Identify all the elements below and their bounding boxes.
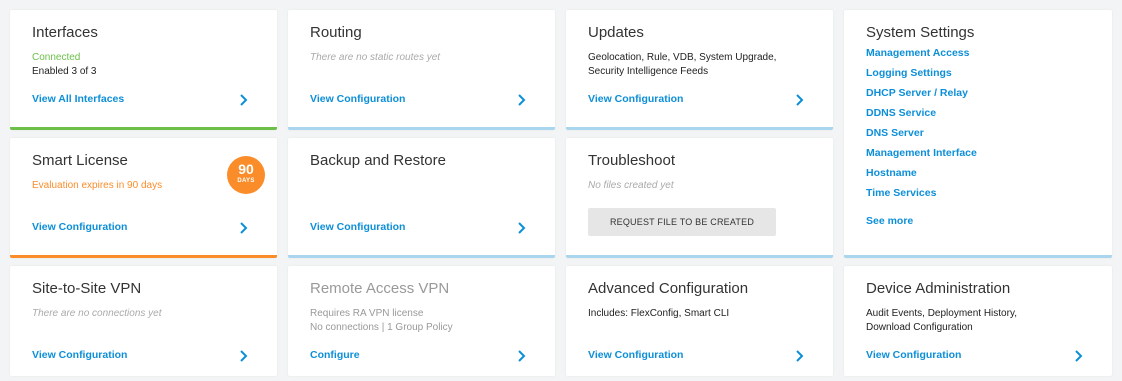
system-settings-ddns-service[interactable]: DDNS Service xyxy=(866,103,977,123)
routing-view-configuration-link[interactable]: View Configuration xyxy=(310,93,405,105)
remote-access-vpn-license-note: Requires RA VPN license xyxy=(310,308,424,319)
routing-card: Routing There are no static routes yet V… xyxy=(288,10,555,130)
remote-access-vpn-title: Remote Access VPN xyxy=(310,280,450,297)
interfaces-card: Interfaces Connected Enabled 3 of 3 View… xyxy=(10,10,277,130)
interfaces-status: Connected xyxy=(32,52,81,63)
device-administration-title: Device Administration xyxy=(866,280,1011,297)
days-remaining-unit: DAYS xyxy=(237,178,255,184)
system-settings-card: System Settings Management Access Loggin… xyxy=(844,10,1112,258)
site-to-site-vpn-title: Site-to-Site VPN xyxy=(32,280,142,297)
smart-license-evaluation-note: Evaluation expires in 90 days xyxy=(32,180,163,191)
site-to-site-vpn-card: Site-to-Site VPN There are no connection… xyxy=(10,266,277,376)
updates-title: Updates xyxy=(588,24,644,41)
updates-line-1: Geolocation, Rule, VDB, System Upgrade, xyxy=(588,52,777,63)
system-settings-dns-server[interactable]: DNS Server xyxy=(866,123,977,143)
system-settings-hostname[interactable]: Hostname xyxy=(866,163,977,183)
chevron-right-icon[interactable] xyxy=(515,221,529,235)
troubleshoot-note: No files created yet xyxy=(588,180,674,191)
advanced-view-configuration-link[interactable]: View Configuration xyxy=(588,349,683,361)
device-administration-card: Device Administration Audit Events, Depl… xyxy=(844,266,1112,376)
routing-note: There are no static routes yet xyxy=(310,52,441,63)
days-remaining-badge: 90 DAYS xyxy=(227,156,265,194)
routing-title: Routing xyxy=(310,24,362,41)
remote-access-vpn-card: Remote Access VPN Requires RA VPN licens… xyxy=(288,266,555,376)
updates-card: Updates Geolocation, Rule, VDB, System U… xyxy=(566,10,833,130)
system-settings-title: System Settings xyxy=(866,24,975,41)
interfaces-enabled-count: Enabled 3 of 3 xyxy=(32,66,97,77)
view-all-interfaces-link[interactable]: View All Interfaces xyxy=(32,93,124,105)
system-settings-list: Management Access Logging Settings DHCP … xyxy=(866,43,977,203)
advanced-configuration-includes: Includes: FlexConfig, Smart CLI xyxy=(588,308,730,319)
system-settings-management-interface[interactable]: Management Interface xyxy=(866,143,977,163)
system-settings-time-services[interactable]: Time Services xyxy=(866,183,977,203)
device-administration-line-2: Download Configuration xyxy=(866,322,973,333)
remote-access-configure-link[interactable]: Configure xyxy=(310,349,360,361)
chevron-right-icon[interactable] xyxy=(515,349,529,363)
chevron-right-icon[interactable] xyxy=(237,93,251,107)
backup-restore-title: Backup and Restore xyxy=(310,152,446,169)
see-more-link[interactable]: See more xyxy=(866,215,913,227)
request-file-button[interactable]: REQUEST FILE TO BE CREATED xyxy=(588,208,776,236)
chevron-right-icon[interactable] xyxy=(237,221,251,235)
chevron-right-icon[interactable] xyxy=(515,93,529,107)
site-to-site-view-configuration-link[interactable]: View Configuration xyxy=(32,349,127,361)
smart-license-title: Smart License xyxy=(32,152,128,169)
advanced-configuration-title: Advanced Configuration xyxy=(588,280,749,297)
troubleshoot-card: Troubleshoot No files created yet REQUES… xyxy=(566,138,833,258)
chevron-right-icon[interactable] xyxy=(1072,349,1086,363)
smart-license-card: Smart License Evaluation expires in 90 d… xyxy=(10,138,277,258)
system-settings-management-access[interactable]: Management Access xyxy=(866,43,977,63)
system-settings-dhcp-server-relay[interactable]: DHCP Server / Relay xyxy=(866,83,977,103)
remote-access-vpn-connections-note: No connections | 1 Group Policy xyxy=(310,322,453,333)
chevron-right-icon[interactable] xyxy=(237,349,251,363)
site-to-site-vpn-note: There are no connections yet xyxy=(32,308,162,319)
device-administration-line-1: Audit Events, Deployment History, xyxy=(866,308,1017,319)
chevron-right-icon[interactable] xyxy=(793,93,807,107)
chevron-right-icon[interactable] xyxy=(793,349,807,363)
interfaces-title: Interfaces xyxy=(32,24,98,41)
updates-line-2: Security Intelligence Feeds xyxy=(588,66,709,77)
days-remaining-number: 90 xyxy=(238,161,254,177)
smart-license-view-configuration-link[interactable]: View Configuration xyxy=(32,221,127,233)
advanced-configuration-card: Advanced Configuration Includes: FlexCon… xyxy=(566,266,833,376)
troubleshoot-title: Troubleshoot xyxy=(588,152,675,169)
device-admin-view-configuration-link[interactable]: View Configuration xyxy=(866,349,961,361)
backup-view-configuration-link[interactable]: View Configuration xyxy=(310,221,405,233)
updates-view-configuration-link[interactable]: View Configuration xyxy=(588,93,683,105)
backup-restore-card: Backup and Restore View Configuration xyxy=(288,138,555,258)
system-settings-logging-settings[interactable]: Logging Settings xyxy=(866,63,977,83)
